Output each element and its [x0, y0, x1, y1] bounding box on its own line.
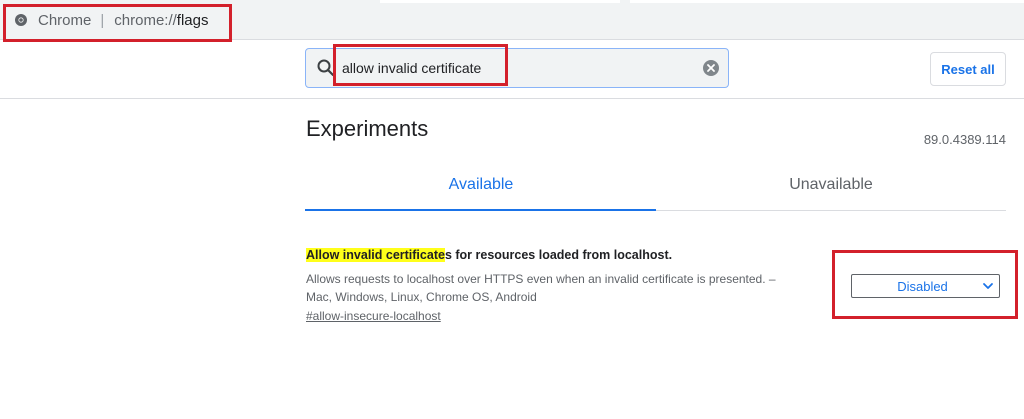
- flag-anchor-link[interactable]: #allow-insecure-localhost: [306, 309, 441, 323]
- tab-available[interactable]: Available: [306, 176, 656, 200]
- flag-title: Allow invalid certificates for resources…: [306, 248, 672, 262]
- browser-toolbar: Chrome | chrome://flags: [0, 0, 1024, 40]
- tab-unavailable[interactable]: Unavailable: [656, 176, 1006, 200]
- omnibox[interactable]: Chrome | chrome://flags: [14, 8, 208, 32]
- url-scheme: chrome://: [114, 11, 177, 29]
- flag-description: Allows requests to localhost over HTTPS …: [306, 270, 826, 306]
- flag-description-line: Allows requests to localhost over HTTPS …: [306, 272, 776, 286]
- omnibox-separator: |: [100, 11, 105, 29]
- flag-state-value: Disabled: [897, 278, 948, 294]
- search-field[interactable]: [305, 48, 729, 88]
- flag-description-platforms: Mac, Windows, Linux, Chrome OS, Android: [306, 290, 537, 304]
- chevron-down-icon: [977, 275, 999, 297]
- tab-strip-edge: [630, 0, 1024, 3]
- version-label: 89.0.4389.114: [923, 132, 1006, 147]
- search-icon: [316, 58, 336, 78]
- site-label: Chrome: [38, 11, 92, 29]
- flag-state-select[interactable]: Disabled: [851, 274, 1000, 298]
- flag-title-rest: s for resources loaded from localhost.: [444, 248, 673, 262]
- tab-active-indicator: [305, 209, 656, 211]
- header-divider: [0, 98, 1024, 99]
- search-input[interactable]: [342, 58, 682, 78]
- flag-title-highlight: Allow invalid certificate: [306, 248, 445, 262]
- chrome-icon: [14, 13, 28, 27]
- url-host: flags: [176, 11, 209, 29]
- tab-divider: [656, 210, 1006, 211]
- tab-strip-edge: [380, 0, 620, 3]
- reset-all-button[interactable]: Reset all: [930, 52, 1006, 86]
- clear-icon[interactable]: [703, 60, 719, 76]
- page-title: Experiments: [306, 116, 429, 141]
